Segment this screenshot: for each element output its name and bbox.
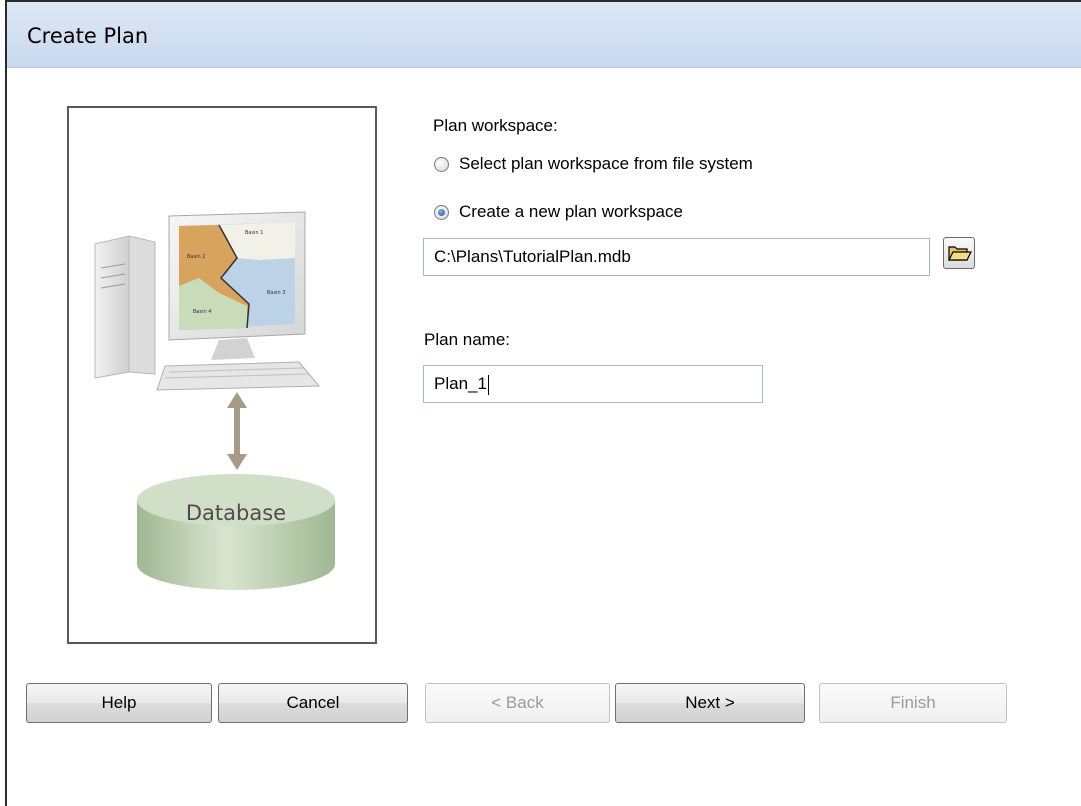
- database-icon: [137, 474, 335, 590]
- back-button[interactable]: < Back: [425, 683, 610, 723]
- window-border-left: [5, 0, 7, 806]
- svg-text:Basin 2: Basin 2: [187, 254, 205, 260]
- text-caret: [487, 374, 489, 395]
- create-plan-dialog: Create Plan Basin 2 Basin 1 Basin 3 Basi…: [0, 0, 1081, 806]
- next-button[interactable]: Next >: [615, 683, 805, 723]
- svg-text:Basin 3: Basin 3: [267, 290, 285, 296]
- database-label: Database: [186, 501, 286, 525]
- radio-button-selected-icon[interactable]: [434, 204, 449, 220]
- radio-create-workspace[interactable]: Create a new plan workspace: [434, 202, 683, 222]
- radio-button-icon[interactable]: [434, 156, 449, 172]
- bidirectional-arrow-icon: [227, 392, 247, 470]
- plan-name-heading: Plan name:: [424, 330, 510, 349]
- window-title: Create Plan: [27, 24, 149, 48]
- title-bar: Create Plan: [7, 2, 1081, 68]
- tower-icon: [94, 235, 156, 379]
- workspace-path-input[interactable]: C:\Plans\TutorialPlan.mdb: [423, 238, 930, 276]
- help-button[interactable]: Help: [26, 683, 212, 723]
- plan-name-value: Plan_1: [434, 374, 487, 393]
- workspace-path-value: C:\Plans\TutorialPlan.mdb: [434, 247, 631, 266]
- plan-workspace-heading: Plan workspace:: [433, 116, 558, 135]
- radio-select-workspace-label: Select plan workspace from file system: [459, 154, 753, 173]
- plan-name-input[interactable]: Plan_1: [423, 365, 763, 403]
- svg-text:Basin 1: Basin 1: [245, 230, 263, 236]
- monitor-icon: Basin 2 Basin 1 Basin 3 Basin 4: [156, 211, 321, 391]
- finish-button[interactable]: Finish: [819, 683, 1007, 723]
- folder-open-icon: [948, 246, 972, 261]
- svg-text:Basin 4: Basin 4: [193, 309, 211, 315]
- illustration-panel: Basin 2 Basin 1 Basin 3 Basin 4 Database: [67, 106, 377, 644]
- browse-folder-button[interactable]: [943, 237, 975, 269]
- radio-select-workspace[interactable]: Select plan workspace from file system: [434, 154, 753, 174]
- computer-database-illustration: Basin 2 Basin 1 Basin 3 Basin 4 Database: [94, 211, 335, 590]
- cancel-button[interactable]: Cancel: [218, 683, 408, 723]
- radio-create-workspace-label: Create a new plan workspace: [459, 202, 683, 221]
